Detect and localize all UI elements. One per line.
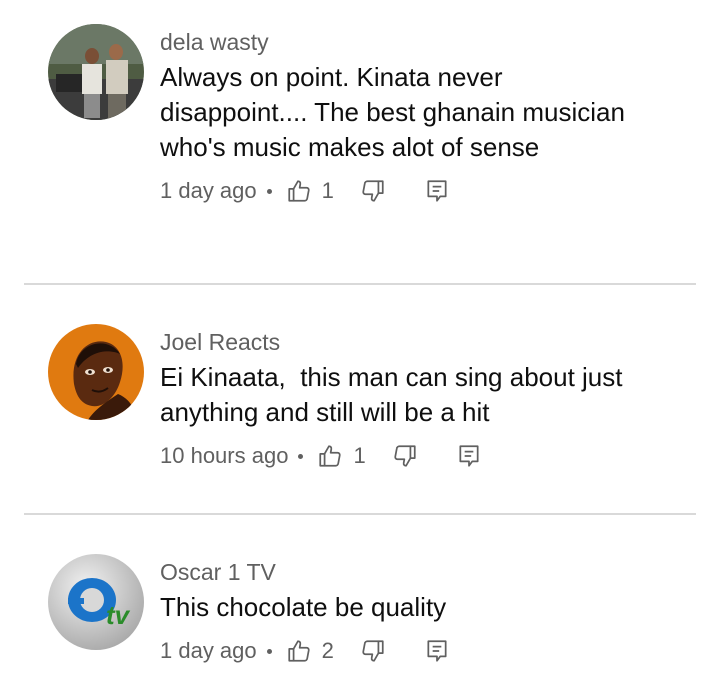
comment-actions: 1 day ago 1	[160, 175, 680, 207]
divider	[24, 513, 696, 515]
thumbs-down-icon[interactable]	[358, 636, 388, 666]
comment-timestamp: 1 day ago	[160, 638, 257, 663]
comment-text: Always on point. Kinata never disappoint…	[160, 62, 633, 162]
thumbs-up-icon[interactable]	[284, 176, 314, 206]
separator-dot	[298, 453, 304, 459]
comment-actions: 10 hours ago 1	[160, 440, 680, 472]
reply-icon[interactable]	[422, 636, 452, 666]
like-count: 1	[353, 443, 366, 468]
thumbs-down-icon[interactable]	[390, 441, 420, 471]
reply-icon[interactable]	[454, 441, 484, 471]
separator-dot	[266, 188, 272, 194]
thumbs-up-icon[interactable]	[284, 636, 314, 666]
divider	[24, 283, 696, 285]
separator-dot	[266, 648, 272, 654]
comment-timestamp: 1 day ago	[160, 178, 257, 203]
reply-icon[interactable]	[422, 176, 452, 206]
comment-timestamp: 10 hours ago	[160, 443, 289, 468]
logo-text: tv	[106, 600, 131, 630]
comment-text: This chocolate be quality	[160, 592, 447, 622]
avatar[interactable]	[48, 324, 144, 420]
like-count: 1	[321, 178, 334, 203]
like-count: 2	[321, 638, 334, 663]
comment-author[interactable]: Joel Reacts	[160, 328, 680, 356]
comment-author[interactable]: dela wasty	[160, 28, 680, 56]
avatar[interactable]: tv	[48, 554, 144, 650]
avatar[interactable]	[48, 24, 144, 120]
comment-text: Ei Kinaata, this man can sing about just…	[160, 362, 630, 427]
comment-author[interactable]: Oscar 1 TV	[160, 558, 680, 586]
thumbs-down-icon[interactable]	[358, 176, 388, 206]
thumbs-up-icon[interactable]	[315, 441, 345, 471]
comment-actions: 1 day ago 2	[160, 635, 680, 667]
